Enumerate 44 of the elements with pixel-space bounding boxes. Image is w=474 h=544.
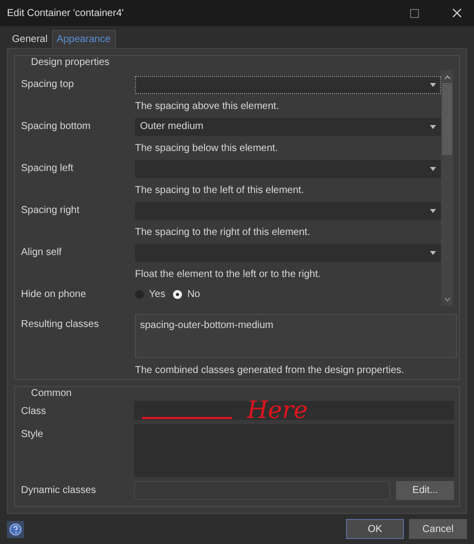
scrollbar[interactable] [441, 70, 453, 306]
field-label: Hide on phone [21, 288, 88, 302]
annotation-drawing: Here [142, 398, 308, 422]
scroll-up-icon[interactable] [444, 74, 450, 80]
resulting-classes-field: spacing-outer-bottom-medium [135, 314, 457, 358]
help-text: The spacing below this element. [135, 143, 278, 154]
field-label: Spacing top [21, 78, 75, 92]
help-text: The spacing to the right of this element. [135, 227, 310, 238]
dialog-button[interactable]: Cancel [409, 519, 467, 539]
field-label: Style [21, 428, 44, 442]
help-text: Float the element to the left or to the right. [135, 269, 321, 280]
dropdown[interactable]: Outer medium [135, 118, 441, 136]
close-icon[interactable] [452, 8, 462, 18]
field-label: Spacing bottom [21, 120, 92, 134]
radio-option[interactable]: Yes [135, 287, 166, 302]
field-label: Spacing left [21, 162, 74, 176]
tab[interactable]: General [8, 30, 52, 48]
help-text: The spacing above this element. [135, 101, 279, 112]
field-label: Align self [21, 246, 63, 260]
class-field[interactable] [134, 400, 454, 420]
help-text: The spacing to the left of this element. [135, 185, 304, 196]
caret-icon [430, 166, 436, 170]
help-icon [9, 522, 22, 536]
dialog-button[interactable]: OK [346, 519, 404, 539]
window-title: Edit Container 'container4' [7, 6, 124, 20]
caret-icon [430, 250, 436, 254]
dropdown[interactable] [135, 76, 441, 94]
group-title: Common [30, 386, 73, 401]
caret-icon [430, 124, 436, 128]
field-label: Class [21, 404, 48, 419]
field-label: Dynamic classes [21, 484, 98, 498]
radio-option[interactable]: No [173, 287, 200, 302]
edit-button[interactable]: Edit... [396, 480, 454, 500]
help-text: The combined classes generated from the design properties. [135, 365, 404, 376]
scrollbar-thumb[interactable] [442, 83, 452, 155]
field-label: Resulting classes [21, 318, 100, 332]
field-label: Spacing right [21, 204, 80, 218]
scroll-down-icon[interactable] [444, 297, 450, 303]
maximize-icon[interactable] [410, 8, 419, 18]
group-title: Design properties [30, 56, 110, 70]
caret-icon [430, 82, 436, 86]
help-button[interactable] [7, 520, 24, 538]
tab[interactable]: Appearance [52, 30, 116, 48]
caret-icon [430, 208, 436, 212]
